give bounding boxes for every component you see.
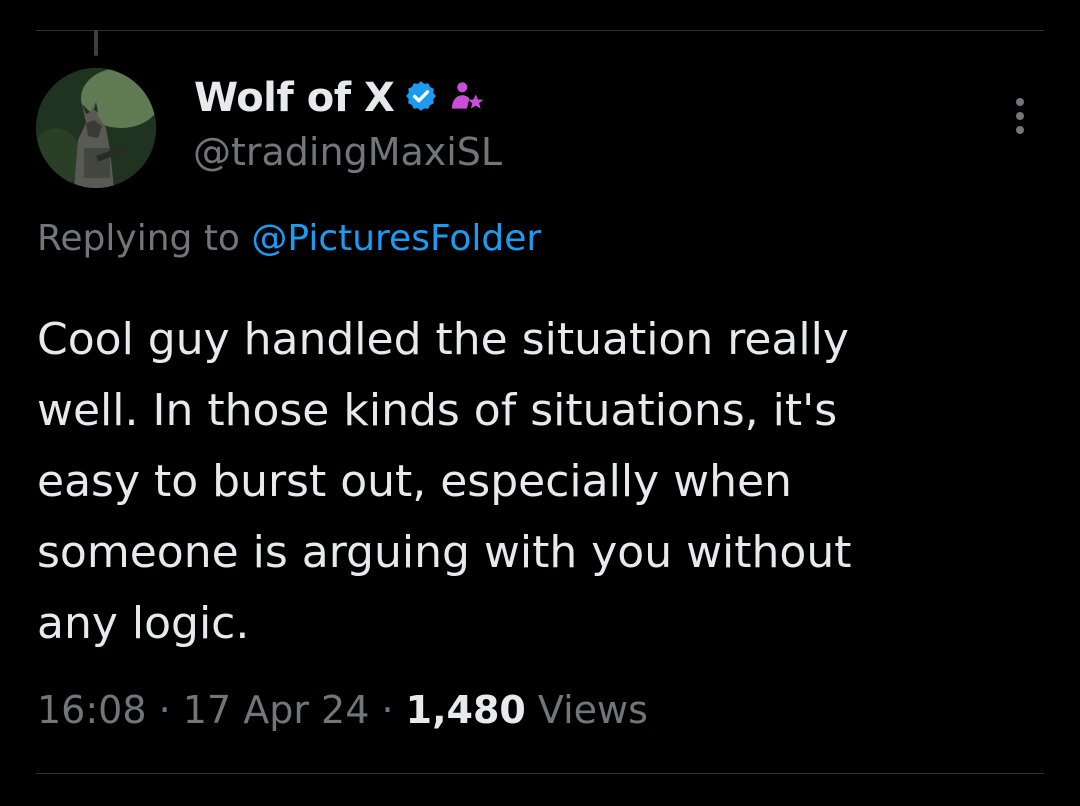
- thread-connector-line: [94, 30, 98, 56]
- tweet-time[interactable]: 16:08: [37, 688, 147, 732]
- more-vertical-icon: [1016, 98, 1024, 134]
- tweet-date[interactable]: 17 Apr 24: [183, 688, 370, 732]
- verified-badge-icon[interactable]: [404, 79, 438, 117]
- tweet-text: Cool guy handled the situation really we…: [37, 314, 852, 649]
- views-label: Views: [525, 688, 648, 732]
- views-count[interactable]: 1,480: [406, 688, 526, 732]
- tweet-meta: 16:08 · 17 Apr 24 · 1,480 Views: [37, 688, 648, 732]
- display-name[interactable]: Wolf of X: [194, 75, 395, 121]
- meta-separator: ·: [369, 688, 406, 732]
- meta-separator: ·: [146, 688, 183, 732]
- author-handle[interactable]: @tradingMaxiSL: [193, 130, 502, 174]
- reply-context: Replying to @PicturesFolder: [37, 218, 541, 259]
- bottom-divider: [36, 773, 1044, 774]
- author-row: Wolf of X: [194, 72, 486, 124]
- reply-mention-link[interactable]: @PicturesFolder: [251, 218, 541, 259]
- reply-context-prefix: Replying to: [37, 218, 252, 259]
- more-options-button[interactable]: [1000, 92, 1040, 140]
- top-divider: [36, 30, 1044, 31]
- wolf-avatar-icon: [36, 68, 156, 188]
- subscriber-star-icon[interactable]: [448, 77, 486, 119]
- avatar[interactable]: [36, 68, 156, 188]
